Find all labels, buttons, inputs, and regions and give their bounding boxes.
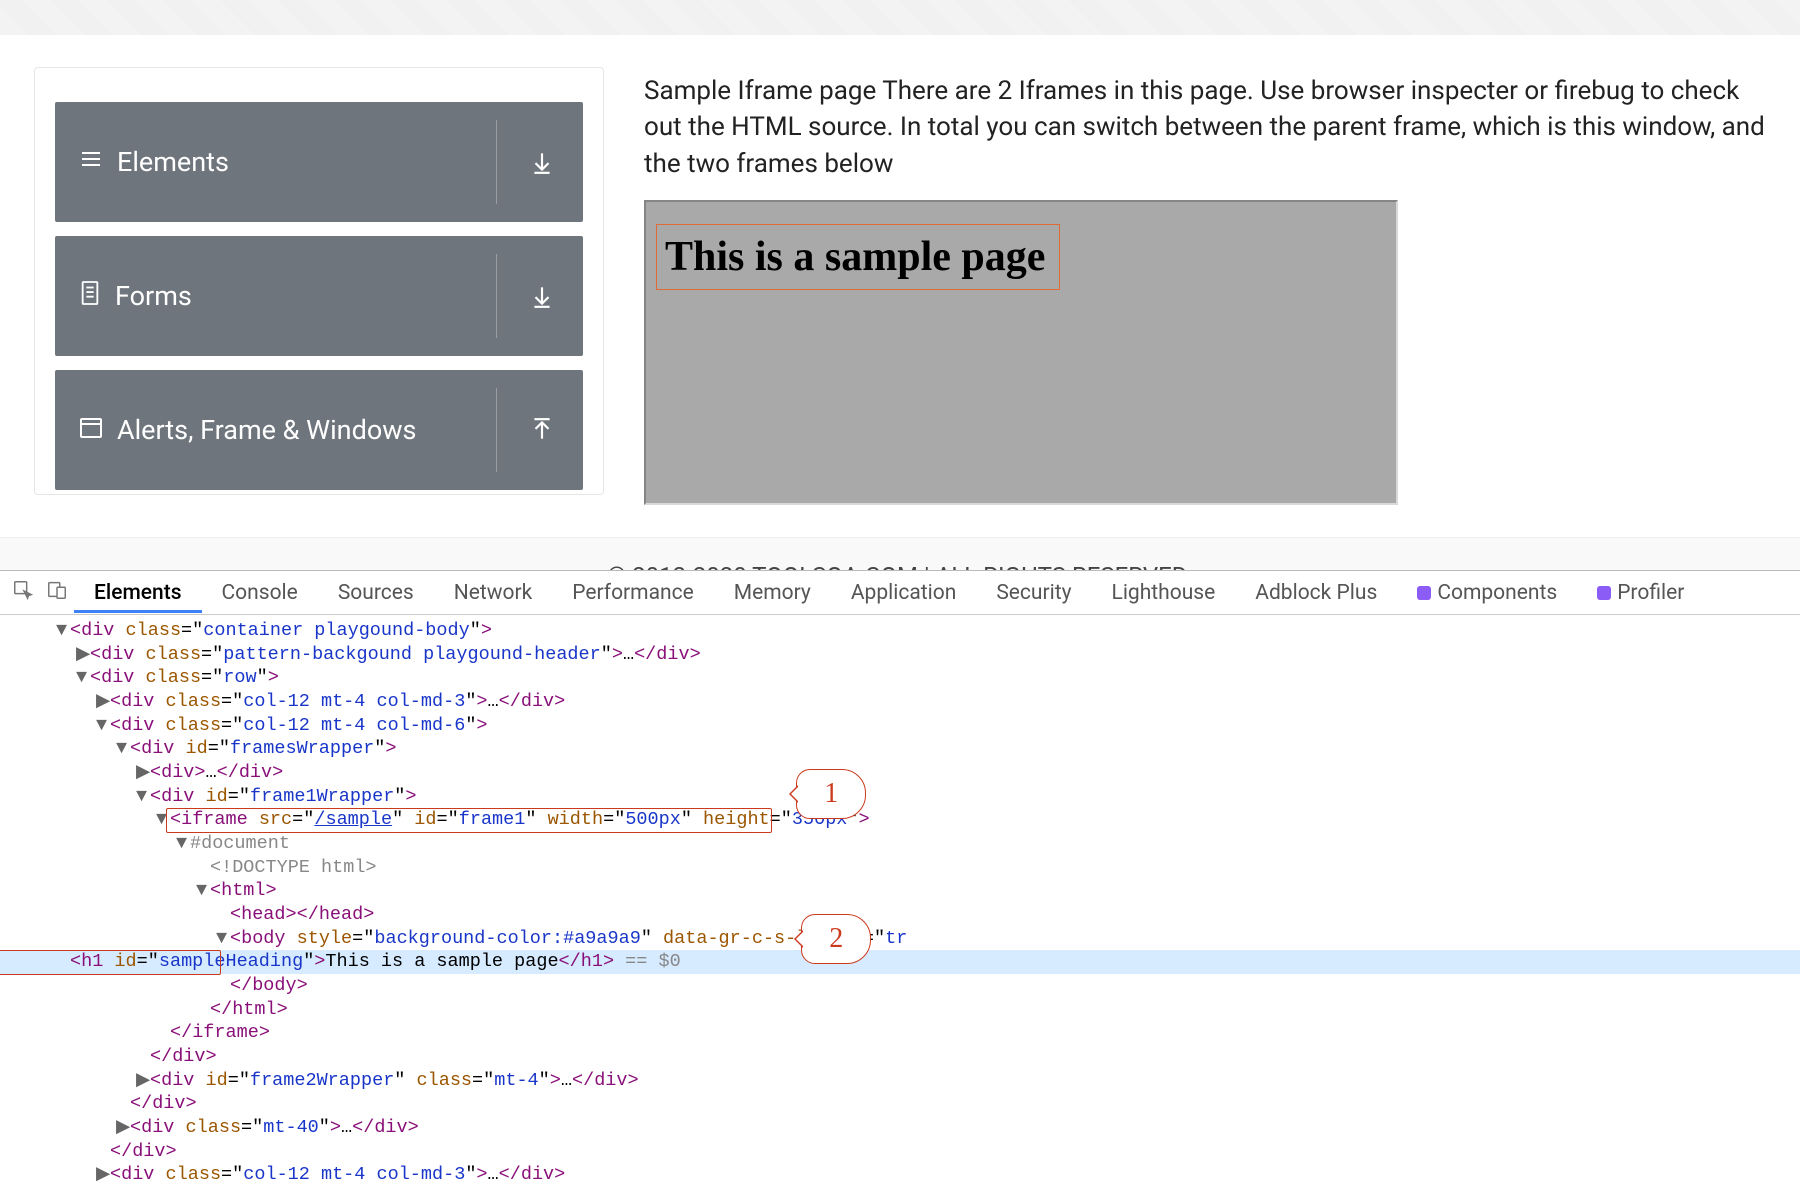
pattern-header bbox=[0, 0, 1800, 35]
react-ext-icon bbox=[1417, 586, 1431, 600]
sample-heading: This is a sample page bbox=[656, 224, 1060, 290]
tab-components[interactable]: Components bbox=[1397, 573, 1577, 613]
dom-node[interactable]: ▶<div>…</div> bbox=[56, 761, 1800, 785]
chevron-down-icon bbox=[529, 283, 555, 309]
device-icon[interactable] bbox=[40, 579, 74, 607]
iframe-frame1[interactable]: This is a sample page bbox=[644, 200, 1398, 505]
dom-node[interactable]: ▼<body style="background-color:#a9a9a9" … bbox=[56, 927, 1800, 951]
dom-node[interactable]: ▼<iframe src="/sample" id="frame1" width… bbox=[56, 808, 1800, 832]
sidebar-item-label: Alerts, Frame & Windows bbox=[117, 414, 416, 446]
divider bbox=[496, 120, 497, 204]
dom-node[interactable]: ▶<div id="frame2Wrapper" class="mt-4">…<… bbox=[56, 1069, 1800, 1093]
sidebar-item-forms[interactable]: Forms bbox=[55, 236, 583, 356]
dom-node[interactable]: </iframe> bbox=[56, 1021, 1800, 1045]
sidebar-item-elements[interactable]: Elements bbox=[55, 102, 583, 222]
dom-node[interactable]: </div> bbox=[56, 1045, 1800, 1069]
tab-console[interactable]: Console bbox=[202, 573, 318, 613]
sidebar-item-alerts-frames-windows[interactable]: Alerts, Frame & Windows bbox=[55, 370, 583, 490]
tab-elements[interactable]: Elements bbox=[74, 573, 202, 613]
devtools-tabbar: Elements Console Sources Network Perform… bbox=[0, 571, 1800, 615]
page-content: Elements Forms A bbox=[0, 35, 1800, 505]
tab-lighthouse[interactable]: Lighthouse bbox=[1092, 573, 1236, 613]
dom-node[interactable]: <head></head> bbox=[56, 903, 1800, 927]
dom-node[interactable]: ▶<div class="mt-40">…</div> bbox=[56, 1116, 1800, 1140]
chevron-down-icon bbox=[529, 149, 555, 175]
chevron-up-icon bbox=[529, 417, 555, 443]
tab-network[interactable]: Network bbox=[434, 573, 553, 613]
tab-application[interactable]: Application bbox=[831, 573, 976, 613]
dom-tree[interactable]: ▼<div class="container playgound-body">▶… bbox=[0, 615, 1800, 1187]
sidebar-panel: Elements Forms A bbox=[34, 67, 604, 495]
tab-memory[interactable]: Memory bbox=[714, 573, 831, 613]
sidebar-item-label: Elements bbox=[117, 146, 229, 178]
window-icon bbox=[79, 414, 103, 446]
tab-sources[interactable]: Sources bbox=[318, 573, 434, 613]
dom-node[interactable]: </html> bbox=[56, 998, 1800, 1022]
tab-security[interactable]: Security bbox=[976, 573, 1091, 613]
hamburger-icon bbox=[79, 146, 103, 178]
document-icon bbox=[79, 280, 101, 313]
dom-node[interactable]: ▶<div class="col-12 mt-4 col-md-3">…</di… bbox=[56, 1163, 1800, 1187]
dom-node[interactable]: ▼<div id="framesWrapper"> bbox=[56, 737, 1800, 761]
iframe-description: Sample Iframe page There are 2 Iframes i… bbox=[644, 73, 1766, 182]
dom-node[interactable]: ▼<div id="frame1Wrapper"> bbox=[56, 785, 1800, 809]
tab-adblockplus[interactable]: Adblock Plus bbox=[1235, 573, 1397, 613]
inspect-icon[interactable] bbox=[6, 579, 40, 607]
tab-performance[interactable]: Performance bbox=[552, 573, 713, 613]
dom-node[interactable]: ▼<div class="container playgound-body"> bbox=[56, 619, 1800, 643]
dom-node[interactable]: ▶<div class="pattern-backgound playgound… bbox=[56, 643, 1800, 667]
devtools-panel: Elements Console Sources Network Perform… bbox=[0, 570, 1800, 1150]
dom-node[interactable]: <h1 id="sampleHeading">This is a sample … bbox=[0, 950, 1800, 974]
dom-node[interactable]: </div> bbox=[56, 1092, 1800, 1116]
dom-node[interactable]: ▼<html> bbox=[56, 879, 1800, 903]
dom-node[interactable]: <!DOCTYPE html> bbox=[56, 856, 1800, 880]
main-content: Sample Iframe page There are 2 Iframes i… bbox=[644, 67, 1766, 505]
dom-node[interactable]: ▶<div class="col-12 mt-4 col-md-3">…</di… bbox=[56, 690, 1800, 714]
dom-node[interactable]: </body> bbox=[56, 974, 1800, 998]
tab-profiler[interactable]: Profiler bbox=[1577, 573, 1704, 613]
sidebar-item-label: Forms bbox=[115, 280, 192, 312]
dom-node[interactable]: ▼<div class="row"> bbox=[56, 666, 1800, 690]
divider bbox=[496, 388, 497, 472]
dom-node[interactable]: ▼#document bbox=[56, 832, 1800, 856]
react-ext-icon bbox=[1597, 586, 1611, 600]
divider bbox=[496, 254, 497, 338]
dom-node[interactable]: ▼<div class="col-12 mt-4 col-md-6"> bbox=[56, 714, 1800, 738]
dom-node[interactable]: </div> bbox=[56, 1140, 1800, 1164]
